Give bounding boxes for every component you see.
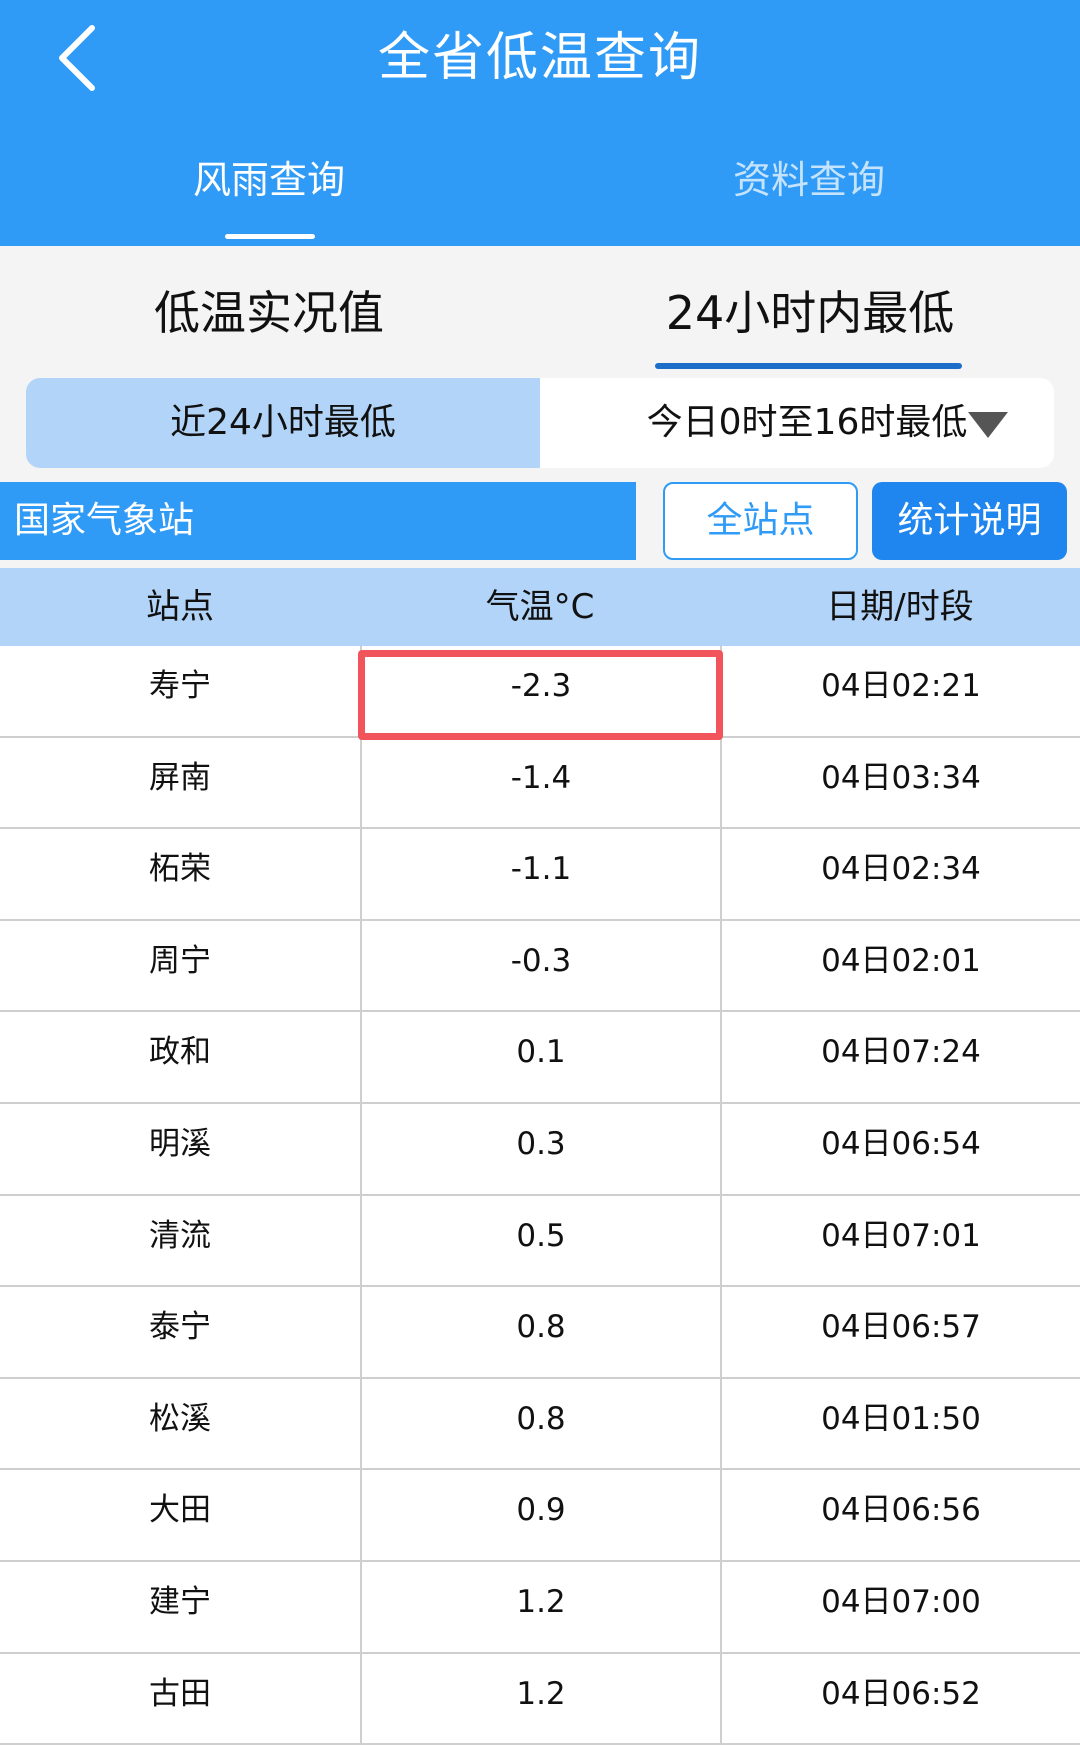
cell-datetime: 04日06:56 [720, 1470, 1080, 1560]
cell-temperature: 0.8 [360, 1378, 720, 1469]
cell-station: 周宁 [149, 942, 211, 979]
cell-datetime: 04日06:57 [720, 1287, 1080, 1377]
column-header-temperature: 气温°C [485, 587, 595, 627]
table-row[interactable]: 明溪 0.3 04日06:54 [0, 1103, 1080, 1196]
table-row[interactable]: 松溪 0.8 04日01:50 [0, 1378, 1080, 1471]
column-header-datetime: 日期/时段 [826, 587, 974, 627]
cell-temperature: 0.9 [360, 1470, 720, 1560]
active-tab-indicator [225, 234, 315, 239]
cell-station: 泰宁 [149, 1309, 211, 1346]
cell-station: 政和 [149, 1034, 211, 1071]
cell-temperature: -1.1 [360, 829, 720, 919]
subtab-low-temp-live[interactable]: 低温实况值 [69, 278, 469, 348]
cell-datetime: 04日07:00 [720, 1561, 1080, 1652]
segment-recent-24h[interactable]: 近24小时最低 [26, 378, 540, 468]
table-row[interactable]: 大田 0.9 04日06:56 [0, 1470, 1080, 1562]
table-row[interactable]: 清流 0.5 04日07:01 [0, 1195, 1080, 1288]
cell-temperature: 1.2 [360, 1561, 720, 1652]
cell-station: 寿宁 [149, 668, 211, 704]
table-row[interactable]: 建宁 1.2 04日07:00 [0, 1561, 1080, 1654]
cell-station: 柘荣 [149, 851, 211, 888]
active-subtab-indicator [655, 363, 962, 369]
cell-station: 古田 [149, 1675, 211, 1712]
data-table-body: 寿宁 -2.3 04日02:21 屏南 -1.4 04日03:34 柘荣 -1.1 04日02:… [0, 646, 1080, 1745]
station-type-label: 国家气象站 [0, 482, 636, 560]
page-title: 全省低温查询 [377, 28, 702, 88]
cell-station: 清流 [149, 1217, 211, 1254]
cell-datetime: 04日06:54 [720, 1103, 1080, 1194]
cell-datetime: 04日07:01 [720, 1195, 1080, 1286]
table-header: 站点 气温°C 日期/时段 [0, 568, 1080, 646]
cell-datetime: 04日02:01 [720, 920, 1080, 1011]
cell-temperature: 1.2 [360, 1653, 720, 1744]
cell-station: 明溪 [149, 1125, 211, 1162]
tab-wind-rain-query[interactable]: 风雨查询 [119, 152, 419, 208]
stats-explanation-button[interactable]: 统计说明 [872, 482, 1067, 560]
all-stations-button[interactable]: 全站点 [663, 482, 858, 560]
table-row[interactable]: 政和 0.1 04日07:24 [0, 1012, 1080, 1104]
table-row[interactable]: 寿宁 -2.3 04日02:21 [0, 646, 1080, 738]
cell-datetime: 04日06:52 [720, 1653, 1080, 1744]
table-row[interactable]: 屏南 -1.4 04日03:34 [0, 737, 1080, 830]
cell-temperature: -0.3 [360, 920, 720, 1011]
cell-datetime: 04日07:24 [720, 1012, 1080, 1102]
table-row[interactable]: 柘荣 -1.1 04日02:34 [0, 829, 1080, 921]
cell-temperature: 0.1 [360, 1012, 720, 1102]
cell-temperature: -2.3 [360, 646, 720, 736]
tab-data-query[interactable]: 资料查询 [659, 152, 959, 208]
subtab-24h-min[interactable]: 24小时内最低 [610, 278, 1010, 348]
table-row[interactable]: 古田 1.2 04日06:52 [0, 1653, 1080, 1745]
app-header: 全省低温查询 风雨查询 资料查询 [0, 0, 1080, 246]
table-row[interactable]: 泰宁 0.8 04日06:57 [0, 1287, 1080, 1379]
period-segment-control: 近24小时最低 今日0时至16时最低 [26, 378, 1054, 468]
cell-datetime: 04日02:21 [720, 646, 1080, 736]
column-header-station: 站点 [146, 587, 214, 627]
cell-temperature: 0.5 [360, 1195, 720, 1286]
dropdown-arrow-icon[interactable] [968, 412, 1008, 438]
table-row[interactable]: 周宁 -0.3 04日02:01 [0, 920, 1080, 1013]
cell-station: 大田 [149, 1492, 211, 1529]
cell-datetime: 04日03:34 [720, 737, 1080, 828]
cell-temperature: -1.4 [360, 737, 720, 828]
cell-temperature: 0.8 [360, 1287, 720, 1377]
cell-datetime: 04日02:34 [720, 829, 1080, 919]
cell-temperature: 0.3 [360, 1103, 720, 1194]
cell-station: 建宁 [149, 1583, 211, 1620]
cell-station: 屏南 [149, 759, 211, 796]
cell-datetime: 04日01:50 [720, 1378, 1080, 1469]
cell-station: 松溪 [149, 1400, 211, 1437]
